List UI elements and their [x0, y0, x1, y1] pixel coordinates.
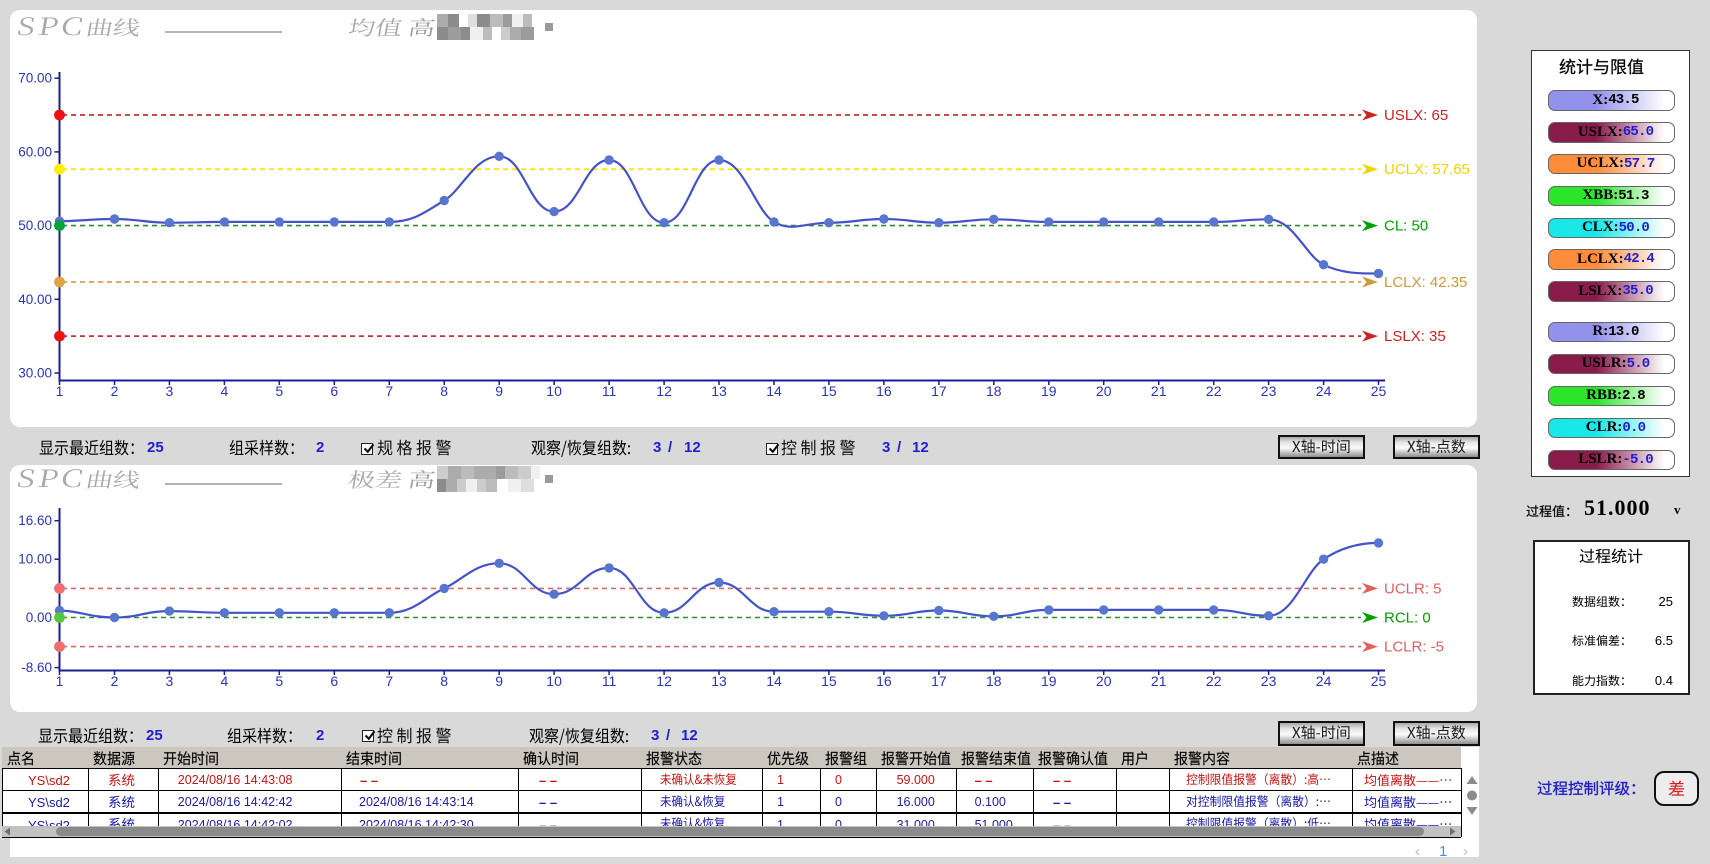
svg-text:0.00: 0.00: [26, 610, 52, 625]
svg-text:21: 21: [1151, 673, 1167, 689]
svg-text:USLX: 65: USLX: 65: [1384, 107, 1448, 124]
svg-text:13: 13: [711, 673, 727, 689]
svg-text:7: 7: [385, 673, 393, 689]
svg-text:50.00: 50.00: [18, 218, 52, 233]
svg-text:17: 17: [931, 383, 947, 399]
svg-text:15: 15: [821, 383, 837, 399]
svg-text:UCLR: 5: UCLR: 5: [1384, 580, 1442, 597]
svg-text:UCLX: 57.65: UCLX: 57.65: [1384, 161, 1470, 178]
svg-text:2: 2: [111, 383, 119, 399]
svg-text:24: 24: [1316, 673, 1332, 689]
svg-text:14: 14: [766, 673, 782, 689]
svg-text:60.00: 60.00: [18, 144, 52, 159]
svg-text:18: 18: [986, 673, 1002, 689]
svg-text:40.00: 40.00: [18, 292, 52, 307]
svg-text:LSLX: 35: LSLX: 35: [1384, 328, 1446, 345]
svg-text:9: 9: [495, 673, 503, 689]
svg-text:6: 6: [330, 673, 338, 689]
svg-text:4: 4: [221, 383, 229, 399]
svg-text:20: 20: [1096, 673, 1112, 689]
svg-text:17: 17: [931, 673, 947, 689]
svg-text:12: 12: [656, 383, 672, 399]
svg-text:4: 4: [221, 673, 229, 689]
svg-text:70.00: 70.00: [18, 71, 52, 86]
svg-text:13: 13: [711, 383, 727, 399]
svg-text:15: 15: [821, 673, 837, 689]
svg-text:16: 16: [876, 673, 892, 689]
svg-text:25: 25: [1371, 383, 1387, 399]
svg-text:9: 9: [495, 383, 503, 399]
svg-text:23: 23: [1261, 383, 1277, 399]
svg-text:16: 16: [876, 383, 892, 399]
svg-text:18: 18: [986, 383, 1002, 399]
svg-text:CL: 50: CL: 50: [1384, 218, 1428, 235]
svg-text:16.60: 16.60: [18, 513, 52, 528]
svg-text:1: 1: [56, 673, 64, 689]
svg-text:25: 25: [1371, 673, 1387, 689]
svg-text:6: 6: [330, 383, 338, 399]
svg-text:7: 7: [385, 383, 393, 399]
svg-text:10.00: 10.00: [18, 552, 52, 567]
svg-text:14: 14: [766, 383, 782, 399]
svg-text:LCLX: 42.35: LCLX: 42.35: [1384, 274, 1467, 291]
svg-text:10: 10: [546, 673, 562, 689]
svg-text:3: 3: [166, 383, 174, 399]
svg-text:8: 8: [440, 673, 448, 689]
svg-text:30.00: 30.00: [18, 366, 52, 381]
svg-text:12: 12: [656, 673, 672, 689]
svg-text:3: 3: [166, 673, 174, 689]
svg-text:2: 2: [111, 673, 119, 689]
svg-text:11: 11: [602, 673, 617, 689]
svg-text:21: 21: [1151, 383, 1167, 399]
svg-text:8: 8: [440, 383, 448, 399]
svg-text:23: 23: [1261, 673, 1277, 689]
svg-text:19: 19: [1041, 383, 1057, 399]
svg-text:20: 20: [1096, 383, 1112, 399]
svg-text:5: 5: [275, 383, 283, 399]
svg-text:1: 1: [56, 383, 64, 399]
svg-text:11: 11: [602, 383, 617, 399]
svg-text:24: 24: [1316, 383, 1332, 399]
svg-text:-8.60: -8.60: [21, 660, 52, 675]
svg-text:LCLR: -5: LCLR: -5: [1384, 639, 1444, 656]
svg-text:5: 5: [275, 673, 283, 689]
svg-text:22: 22: [1206, 673, 1222, 689]
svg-text:19: 19: [1041, 673, 1057, 689]
svg-text:RCL: 0: RCL: 0: [1384, 610, 1431, 627]
svg-text:22: 22: [1206, 383, 1222, 399]
svg-text:10: 10: [546, 383, 562, 399]
